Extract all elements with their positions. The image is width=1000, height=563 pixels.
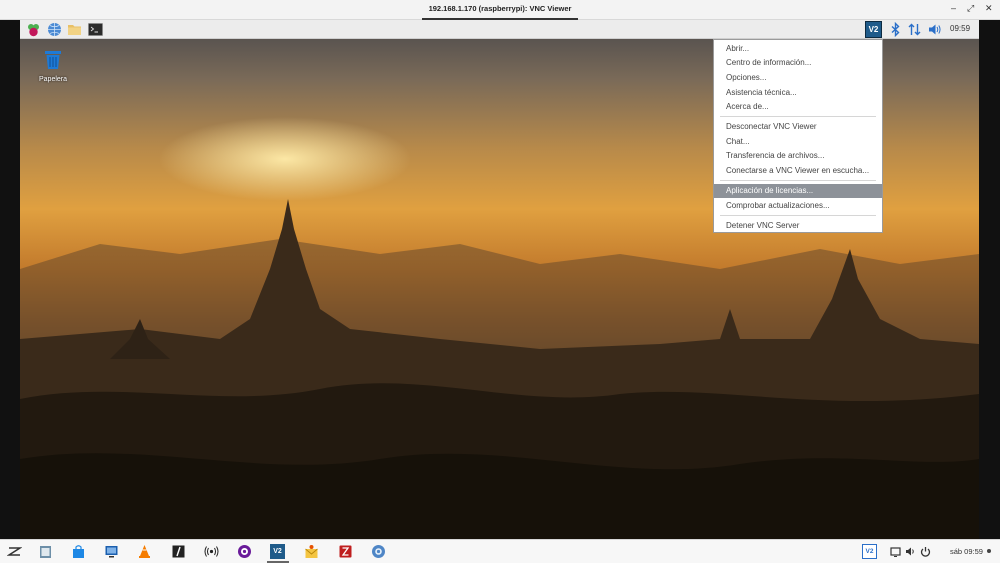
- editor-icon[interactable]: [171, 544, 186, 559]
- vnc-server-menu: Abrir... Centro de información... Opcion…: [713, 39, 883, 233]
- minimize-button[interactable]: –: [951, 3, 956, 13]
- close-button[interactable]: ✕: [985, 3, 993, 14]
- display-icon[interactable]: [888, 544, 903, 559]
- raspberry-icon[interactable]: [26, 22, 41, 37]
- folder-icon[interactable]: [67, 22, 82, 37]
- menu-item-support[interactable]: Asistencia técnica...: [714, 86, 882, 100]
- vnc-server-tray-icon[interactable]: V2: [865, 21, 882, 38]
- media-player-icon[interactable]: [237, 544, 252, 559]
- speaker-icon[interactable]: [903, 544, 918, 559]
- menu-separator: [720, 215, 876, 216]
- browser-icon[interactable]: [371, 544, 386, 559]
- desktop-trash-label: Papelera: [38, 76, 68, 83]
- taskbar-clock[interactable]: sáb 09:59: [950, 547, 983, 556]
- menu-separator: [720, 180, 876, 181]
- host-taskbar: V2 V2 sáb 09:59: [0, 539, 1000, 563]
- filezilla-icon[interactable]: [338, 544, 353, 559]
- top-panel: V2 09:59: [20, 20, 979, 39]
- terminal-icon[interactable]: [88, 22, 103, 37]
- menu-item-listening-viewer[interactable]: Conectarse a VNC Viewer en escucha...: [714, 164, 882, 178]
- bluetooth-icon[interactable]: [888, 22, 903, 37]
- files-icon[interactable]: [38, 544, 53, 559]
- menu-item-file-transfer[interactable]: Transferencia de archivos...: [714, 149, 882, 163]
- trash-icon: [45, 51, 61, 69]
- panel-clock[interactable]: 09:59: [950, 24, 970, 33]
- menu-item-options[interactable]: Opciones...: [714, 71, 882, 85]
- menu-item-open[interactable]: Abrir...: [714, 42, 882, 56]
- remote-desktop[interactable]: V2 09:59 Papelera Abrir... Centro de inf…: [20, 20, 979, 539]
- remote-desktop-icon[interactable]: [104, 544, 119, 559]
- vlc-icon[interactable]: [137, 544, 152, 559]
- vnc-viewer-icon[interactable]: V2: [270, 544, 285, 559]
- store-icon[interactable]: [71, 544, 86, 559]
- menu-item-chat[interactable]: Chat...: [714, 135, 882, 149]
- audio-icon[interactable]: [204, 544, 219, 559]
- menu-item-check-updates[interactable]: Comprobar actualizaciones...: [714, 199, 882, 213]
- mail-icon[interactable]: [304, 544, 319, 559]
- window-title: 192.168.1.170 (raspberrypi): VNC Viewer: [428, 4, 572, 13]
- zorin-menu-icon[interactable]: [7, 544, 22, 559]
- volume-icon[interactable]: [927, 22, 942, 37]
- web-browser-icon[interactable]: [47, 22, 62, 37]
- restore-button[interactable]: ⤢: [967, 3, 974, 14]
- menu-item-about[interactable]: Acerca de...: [714, 100, 882, 114]
- power-icon[interactable]: [918, 544, 933, 559]
- menu-item-info-center[interactable]: Centro de información...: [714, 56, 882, 70]
- vnc-tray-icon[interactable]: V2: [862, 544, 877, 559]
- window-titlebar[interactable]: 192.168.1.170 (raspberrypi): VNC Viewer …: [0, 0, 1000, 20]
- notification-dot: [987, 549, 991, 553]
- menu-item-stop-server[interactable]: Detener VNC Server: [714, 219, 882, 233]
- desktop-trash[interactable]: Papelera: [30, 48, 76, 83]
- menu-separator: [720, 116, 876, 117]
- network-icon[interactable]: [907, 22, 922, 37]
- menu-item-licensing[interactable]: Aplicación de licencias...: [714, 184, 882, 198]
- menu-item-disconnect[interactable]: Desconectar VNC Viewer: [714, 120, 882, 134]
